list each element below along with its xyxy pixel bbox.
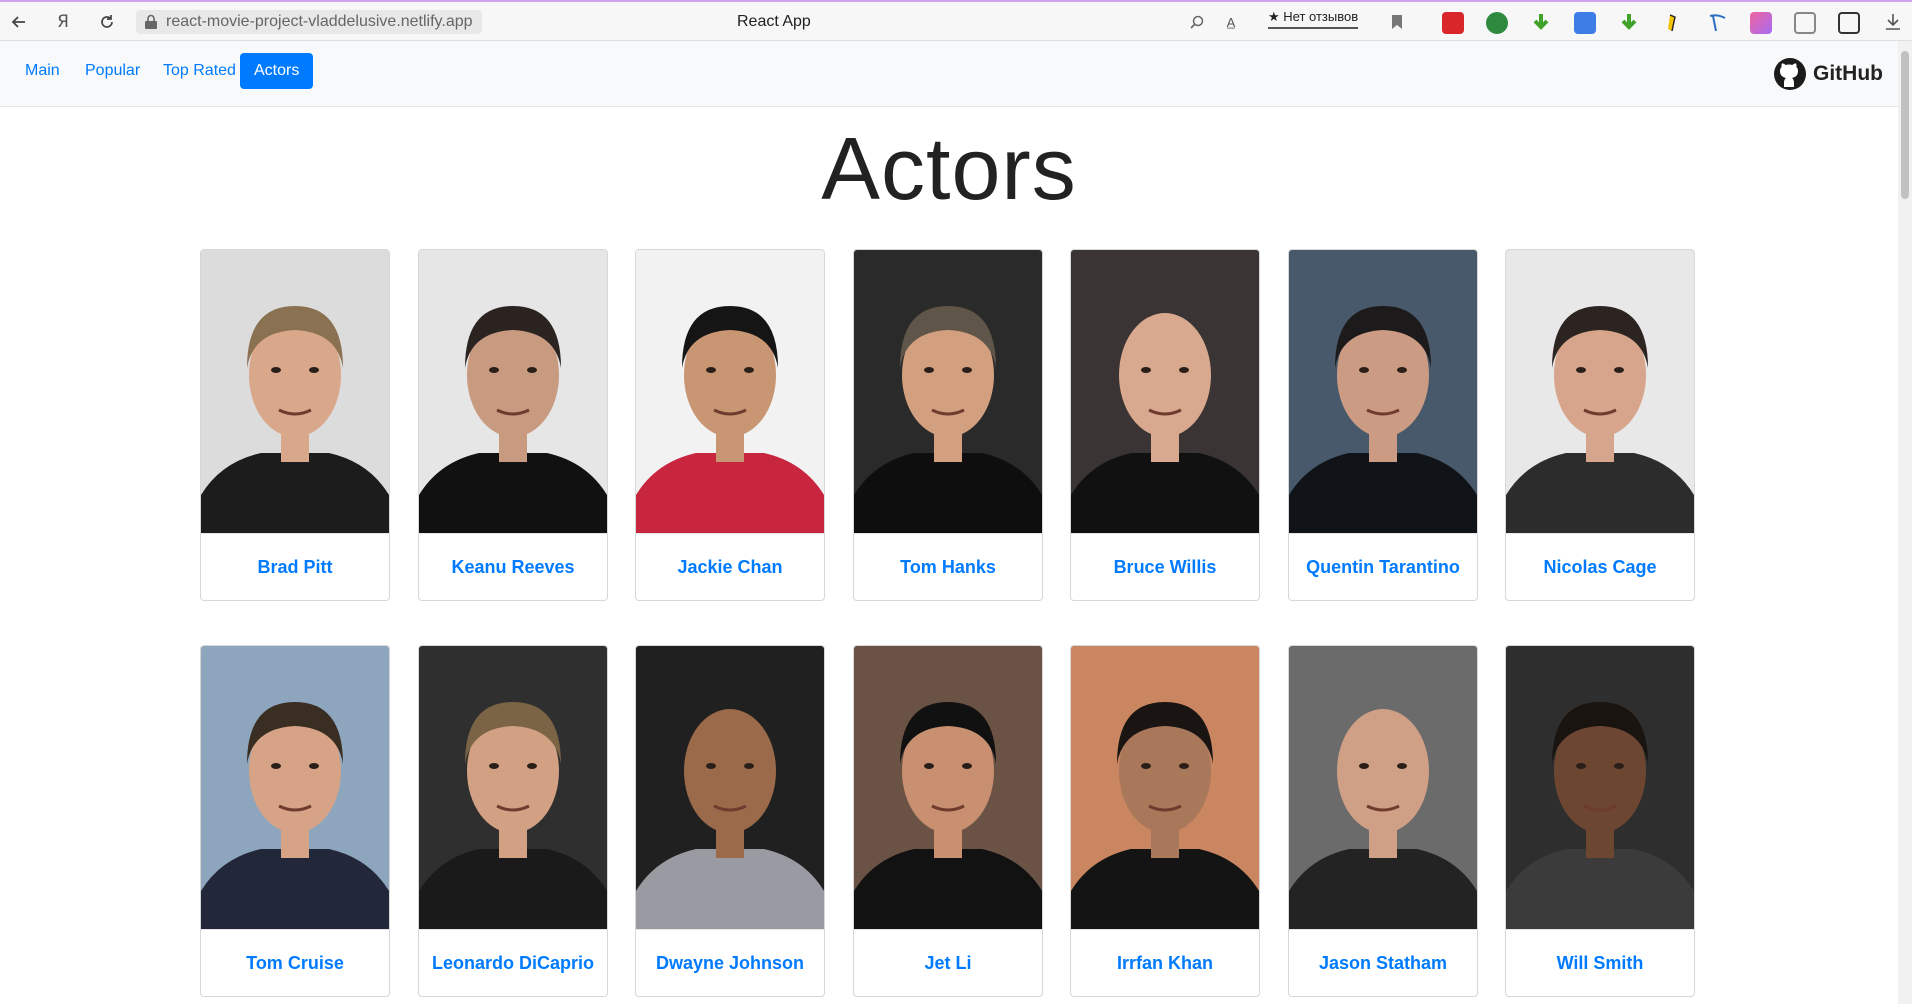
actor-name-link[interactable]: Keanu Reeves xyxy=(419,533,607,600)
scrollbar-thumb[interactable] xyxy=(1901,51,1909,199)
actor-card[interactable]: Brad Pitt xyxy=(200,249,390,601)
actor-photo[interactable] xyxy=(419,646,607,929)
actor-photo[interactable] xyxy=(1071,250,1259,533)
lock-icon xyxy=(145,14,157,29)
actor-name-link[interactable]: Irrfan Khan xyxy=(1071,929,1259,996)
translate-icon[interactable]: A̲ xyxy=(1220,11,1242,33)
actor-photo[interactable] xyxy=(854,250,1042,533)
gradient-extension-icon[interactable] xyxy=(1750,12,1772,34)
back-arrow-icon[interactable] xyxy=(8,11,30,33)
actor-name-link[interactable]: Dwayne Johnson xyxy=(636,929,824,996)
actor-name-link[interactable]: Bruce Willis xyxy=(1071,533,1259,600)
nav-item-popular[interactable]: Popular xyxy=(71,53,154,89)
download-green-icon[interactable] xyxy=(1530,12,1552,34)
extension-green-icon[interactable] xyxy=(1486,12,1508,34)
actor-photo[interactable] xyxy=(854,646,1042,929)
actor-card[interactable]: Quentin Tarantino xyxy=(1288,249,1478,601)
actor-card[interactable]: Keanu Reeves xyxy=(418,249,608,601)
actor-name-link[interactable]: Will Smith xyxy=(1506,929,1694,996)
adblock-icon[interactable] xyxy=(1442,12,1464,34)
gray-extension-icon[interactable] xyxy=(1794,12,1816,34)
actor-card[interactable]: Nicolas Cage xyxy=(1505,249,1695,601)
nav-item-top-rated[interactable]: Top Rated xyxy=(149,53,250,89)
app-navbar: Main Popular Top Rated Actors GitHub xyxy=(0,41,1898,107)
actor-card[interactable]: Bruce Willis xyxy=(1070,249,1260,601)
actor-photo[interactable] xyxy=(419,250,607,533)
actor-name-link[interactable]: Tom Cruise xyxy=(201,929,389,996)
screenshot-extension-icon[interactable] xyxy=(1838,12,1860,34)
github-link[interactable]: GitHub xyxy=(1773,57,1883,91)
actor-card[interactable]: Tom Hanks xyxy=(853,249,1043,601)
flag-extension-icon[interactable] xyxy=(1706,12,1728,34)
download-green-2-icon[interactable] xyxy=(1618,12,1640,34)
actor-photo[interactable] xyxy=(636,646,824,929)
actor-name-link[interactable]: Jason Statham xyxy=(1289,929,1477,996)
actor-photo[interactable] xyxy=(1506,646,1694,929)
actor-name-link[interactable]: Leonardo DiCaprio xyxy=(419,929,607,996)
actor-card[interactable]: Jason Statham xyxy=(1288,645,1478,997)
actor-name-link[interactable]: Nicolas Cage xyxy=(1506,533,1694,600)
actor-photo[interactable] xyxy=(1071,646,1259,929)
actor-card[interactable]: Will Smith xyxy=(1505,645,1695,997)
actor-photo[interactable] xyxy=(1506,250,1694,533)
yandex-logo-icon[interactable]: Я xyxy=(52,11,74,33)
actor-card[interactable]: Tom Cruise xyxy=(200,645,390,997)
github-label: GitHub xyxy=(1813,62,1883,85)
actor-name-link[interactable]: Brad Pitt xyxy=(201,533,389,600)
actor-photo[interactable] xyxy=(201,250,389,533)
actor-card[interactable]: Jackie Chan xyxy=(635,249,825,601)
actor-card[interactable]: Jet Li xyxy=(853,645,1043,997)
url-text: react-movie-project-vladdelusive.netlify… xyxy=(166,13,473,30)
page-scrollbar[interactable] xyxy=(1898,41,1912,1004)
browser-toolbar: Я react-movie-project-vladdelusive.netli… xyxy=(0,0,1912,41)
page-title: Actors xyxy=(821,119,1077,218)
actor-photo[interactable] xyxy=(1289,250,1477,533)
actor-name-link[interactable]: Quentin Tarantino xyxy=(1289,533,1477,600)
yellow-extension-icon[interactable] xyxy=(1662,12,1684,34)
download-icon[interactable] xyxy=(1882,11,1904,33)
actor-card[interactable]: Leonardo DiCaprio xyxy=(418,645,608,997)
google-translate-icon[interactable] xyxy=(1574,12,1596,34)
actor-name-link[interactable]: Jet Li xyxy=(854,929,1042,996)
actor-name-link[interactable]: Jackie Chan xyxy=(636,533,824,600)
actor-card[interactable]: Dwayne Johnson xyxy=(635,645,825,997)
search-icon[interactable] xyxy=(1186,11,1208,33)
reload-icon[interactable] xyxy=(96,11,118,33)
bookmark-icon[interactable] xyxy=(1386,11,1408,33)
nav-item-actors[interactable]: Actors xyxy=(240,53,314,89)
tab-title: React App xyxy=(737,13,811,30)
actor-photo[interactable] xyxy=(636,250,824,533)
actor-photo[interactable] xyxy=(201,646,389,929)
github-icon xyxy=(1774,58,1806,90)
address-bar[interactable]: react-movie-project-vladdelusive.netlify… xyxy=(136,10,482,34)
actor-card[interactable]: Irrfan Khan xyxy=(1070,645,1260,997)
nav-item-main[interactable]: Main xyxy=(11,53,74,89)
reviews-button[interactable]: ★ Нет отзывов xyxy=(1268,9,1359,29)
actor-name-link[interactable]: Tom Hanks xyxy=(854,533,1042,600)
actor-photo[interactable] xyxy=(1289,646,1477,929)
